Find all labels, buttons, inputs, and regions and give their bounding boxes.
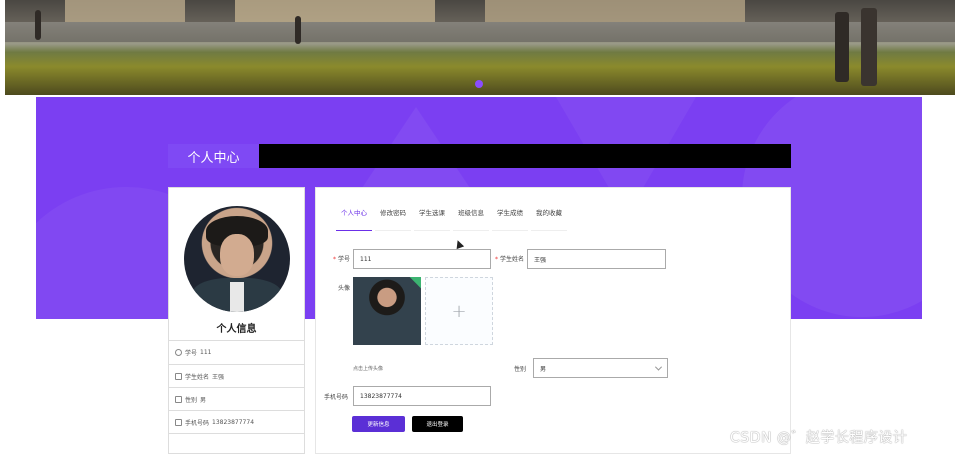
profile-row-label: 学号 xyxy=(185,350,198,357)
gender-select[interactable]: 男 xyxy=(533,358,668,378)
success-badge-icon xyxy=(409,277,421,289)
profile-row-value: 王强 xyxy=(212,374,225,381)
phone-input[interactable] xyxy=(353,386,491,406)
tab-personal-center[interactable]: 个人中心 xyxy=(336,204,372,231)
banner-person xyxy=(35,10,41,40)
top-banner-carousel[interactable] xyxy=(5,0,955,95)
user-icon xyxy=(175,349,182,356)
profile-row-label: 性别 xyxy=(185,397,198,404)
carousel-indicator-dot[interactable] xyxy=(475,80,483,88)
banner-building xyxy=(235,0,435,22)
avatar-upload-button[interactable]: + xyxy=(425,277,493,345)
avatar xyxy=(184,206,290,312)
gender-select-value: 男 xyxy=(540,365,547,373)
tab-course-selection[interactable]: 学生选课 xyxy=(414,204,450,231)
profile-heading: 个人信息 xyxy=(216,324,257,335)
page-title: 个人中心 xyxy=(168,144,259,168)
student-id-input[interactable] xyxy=(353,249,491,269)
tab-change-password[interactable]: 修改密码 xyxy=(375,204,411,231)
student-name-input[interactable] xyxy=(527,249,666,269)
profile-row-phone: 手机号码 13823877774 xyxy=(169,410,304,434)
main-form-card: 个人中心 修改密码 学生选课 班级信息 学生成绩 我的收藏 *学号 *学生姓名 … xyxy=(315,187,791,454)
profile-row-label: 手机号码 xyxy=(185,419,210,427)
banner-person xyxy=(295,16,301,44)
banner-person xyxy=(835,12,849,82)
profile-card: 个人信息 学号 111 学生姓名 王强 性别 男 手机号码 1382387777… xyxy=(168,187,305,454)
upload-hint: 点击上传头像 xyxy=(353,366,384,372)
banner-building xyxy=(65,0,185,22)
avatar-preview xyxy=(353,277,421,345)
title-bar xyxy=(259,144,791,168)
profile-row-student-name: 学生姓名 王强 xyxy=(169,364,304,388)
student-id-label: * 学号 xyxy=(332,256,350,263)
banner-road xyxy=(5,22,955,42)
update-info-button[interactable]: 更新信息 xyxy=(352,416,405,432)
idcard-icon xyxy=(175,373,182,380)
avatar-face xyxy=(220,234,254,276)
profile-row-value: 13823877774 xyxy=(212,418,255,426)
profile-row-student-id: 学号 111 xyxy=(169,340,304,364)
banner-building xyxy=(485,0,745,22)
profile-row-gender: 性别 男 xyxy=(169,387,304,411)
logout-button[interactable]: 退出登录 xyxy=(412,416,463,432)
required-mark: * xyxy=(494,256,498,263)
phone-icon xyxy=(175,418,182,426)
gender-icon xyxy=(175,396,182,403)
chevron-down-icon xyxy=(654,363,663,371)
avatar-jacket xyxy=(192,278,282,312)
banner-person xyxy=(861,8,877,86)
tab-grades[interactable]: 学生成绩 xyxy=(492,204,528,231)
profile-row-label: 学生姓名 xyxy=(185,374,210,381)
required-mark: * xyxy=(332,256,336,263)
watermark: CSDN @゛赵学长程序设计 xyxy=(730,430,908,446)
tab-bar: 个人中心 修改密码 学生选课 班级信息 学生成绩 我的收藏 xyxy=(336,204,570,231)
profile-row-value: 男 xyxy=(200,397,207,404)
tab-class-info[interactable]: 班级信息 xyxy=(453,204,489,231)
phone-label: 手机号码 xyxy=(323,394,348,401)
student-name-label: * 学生姓名 xyxy=(494,256,524,263)
avatar-label: 头像 xyxy=(337,285,350,292)
profile-row-value: 111 xyxy=(200,349,212,356)
tab-favorites[interactable]: 我的收藏 xyxy=(531,204,567,231)
gender-label: 性别 xyxy=(513,366,526,373)
